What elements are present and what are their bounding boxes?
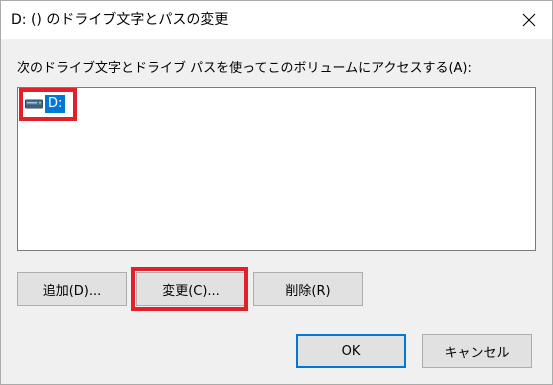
window-title: D: () のドライブ文字とパスの変更 [11,12,229,28]
drive-path-list[interactable]: D: [17,87,536,251]
change-button[interactable]: 変更(C)... [136,272,246,306]
title-bar: D: () のドライブ文字とパスの変更 [1,1,552,39]
list-item[interactable]: D: [24,94,66,114]
drive-icon [24,94,44,114]
change-drive-letter-dialog: D: () のドライブ文字とパスの変更 次のドライブ文字とドライブ パスを使って… [0,0,553,385]
add-button[interactable]: 追加(D)... [17,272,127,306]
ok-button[interactable]: OK [296,334,406,368]
drive-letter-label: D: [45,95,66,113]
access-description-label: 次のドライブ文字とドライブ パスを使ってこのボリュームにアクセスする(A): [17,61,472,76]
close-button[interactable] [514,6,544,34]
close-icon [522,13,536,27]
remove-button[interactable]: 削除(R) [253,272,363,306]
cancel-button[interactable]: キャンセル [422,334,532,368]
